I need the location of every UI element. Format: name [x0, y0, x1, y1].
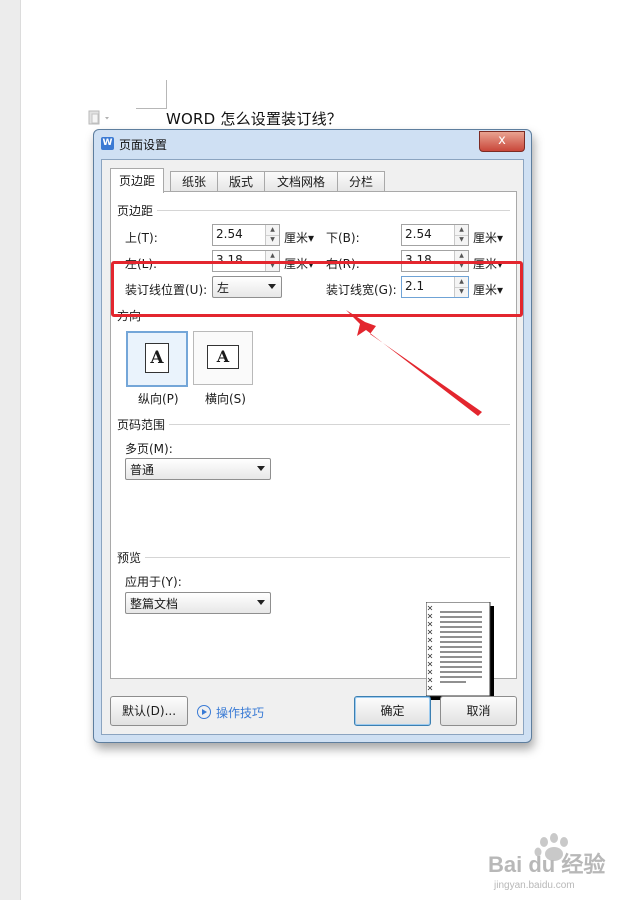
ok-button[interactable]: 确定 — [354, 696, 431, 726]
baidu-paw-logo-icon: Bai du 经验 jingyan.baidu.com — [488, 833, 605, 891]
top-margin-value[interactable]: 2.54 — [216, 227, 243, 241]
paste-options-icon[interactable] — [88, 110, 112, 126]
bottom-margin-spinner[interactable]: 2.54 ▲ ▼ — [401, 224, 469, 246]
close-button[interactable]: x — [479, 131, 525, 152]
tab-margins[interactable]: 页边距 — [110, 168, 164, 193]
margins-divider — [157, 210, 510, 211]
cancel-button[interactable]: 取消 — [440, 696, 517, 726]
chevron-down-icon[interactable] — [257, 600, 265, 605]
portrait-label[interactable]: 纵向(P) — [138, 390, 179, 407]
chevron-down-icon[interactable] — [257, 466, 265, 471]
annotation-arrow-icon — [346, 310, 482, 416]
dialog-body: 页边距 纸张 版式 文档网格 分栏 页边距 上(T): 2.54 ▲ ▼ 厘米▾ … — [101, 159, 524, 735]
left-ruler-strip — [0, 0, 21, 900]
wps-app-icon: W — [101, 137, 114, 150]
play-circle-icon[interactable] — [197, 705, 211, 719]
margins-section-label: 页边距 — [117, 204, 154, 218]
landscape-option[interactable]: A — [193, 331, 253, 385]
multiple-pages-select[interactable]: 普通 — [125, 458, 271, 480]
svg-text:jingyan.baidu.com: jingyan.baidu.com — [493, 880, 575, 891]
page-corner-marker — [136, 80, 167, 109]
bottom-margin-arrows[interactable]: ▲ ▼ — [454, 225, 468, 245]
top-margin-spinner[interactable]: 2.54 ▲ ▼ — [212, 224, 280, 246]
page-preview-thumbnail — [426, 602, 494, 700]
bottom-margin-unit[interactable]: 厘米▾ — [473, 229, 503, 246]
apply-to-value[interactable]: 整篇文档 — [130, 595, 178, 612]
tab-columns[interactable]: 分栏 — [337, 171, 385, 192]
bottom-margin-label: 下(B): — [326, 231, 360, 245]
multiple-pages-label: 多页(M): — [125, 442, 173, 456]
dialog-title: 页面设置 — [119, 138, 168, 152]
dialog-titlebar[interactable]: W 页面设置 x — [94, 130, 531, 156]
top-margin-unit[interactable]: 厘米▾ — [284, 229, 314, 246]
spin-down-icon[interactable]: ▼ — [455, 235, 468, 245]
spin-down-icon[interactable]: ▼ — [266, 235, 279, 245]
tips-link[interactable]: 操作技巧 — [197, 704, 264, 721]
page-range-divider — [169, 424, 510, 425]
portrait-page-icon: A — [145, 343, 169, 373]
landscape-label[interactable]: 横向(S) — [205, 390, 246, 407]
bottom-margin-value[interactable]: 2.54 — [405, 227, 432, 241]
preview-divider — [145, 557, 510, 558]
preview-section-label: 预览 — [117, 551, 142, 565]
portrait-option[interactable]: A — [126, 331, 188, 387]
tips-label[interactable]: 操作技巧 — [216, 706, 264, 720]
landscape-page-icon: A — [207, 345, 239, 369]
tab-document-grid[interactable]: 文档网格 — [264, 171, 338, 192]
top-margin-label: 上(T): — [125, 231, 158, 245]
svg-text:Bai du 经验: Bai du 经验 — [488, 852, 605, 877]
apply-to-select[interactable]: 整篇文档 — [125, 592, 271, 614]
page-range-section-label: 页码范围 — [117, 418, 166, 432]
document-heading: WORD 怎么设置装订线？ — [166, 110, 342, 128]
multiple-pages-value[interactable]: 普通 — [130, 461, 154, 478]
page-setup-dialog: W 页面设置 x 页边距 纸张 版式 文档网格 分栏 页边距 上(T): 2.5… — [93, 129, 532, 743]
default-button[interactable]: 默认(D)... — [110, 696, 188, 726]
tab-paper[interactable]: 纸张 — [170, 171, 218, 192]
apply-to-label: 应用于(Y): — [125, 575, 182, 589]
top-margin-arrows[interactable]: ▲ ▼ — [265, 225, 279, 245]
tab-layout[interactable]: 版式 — [217, 171, 265, 192]
